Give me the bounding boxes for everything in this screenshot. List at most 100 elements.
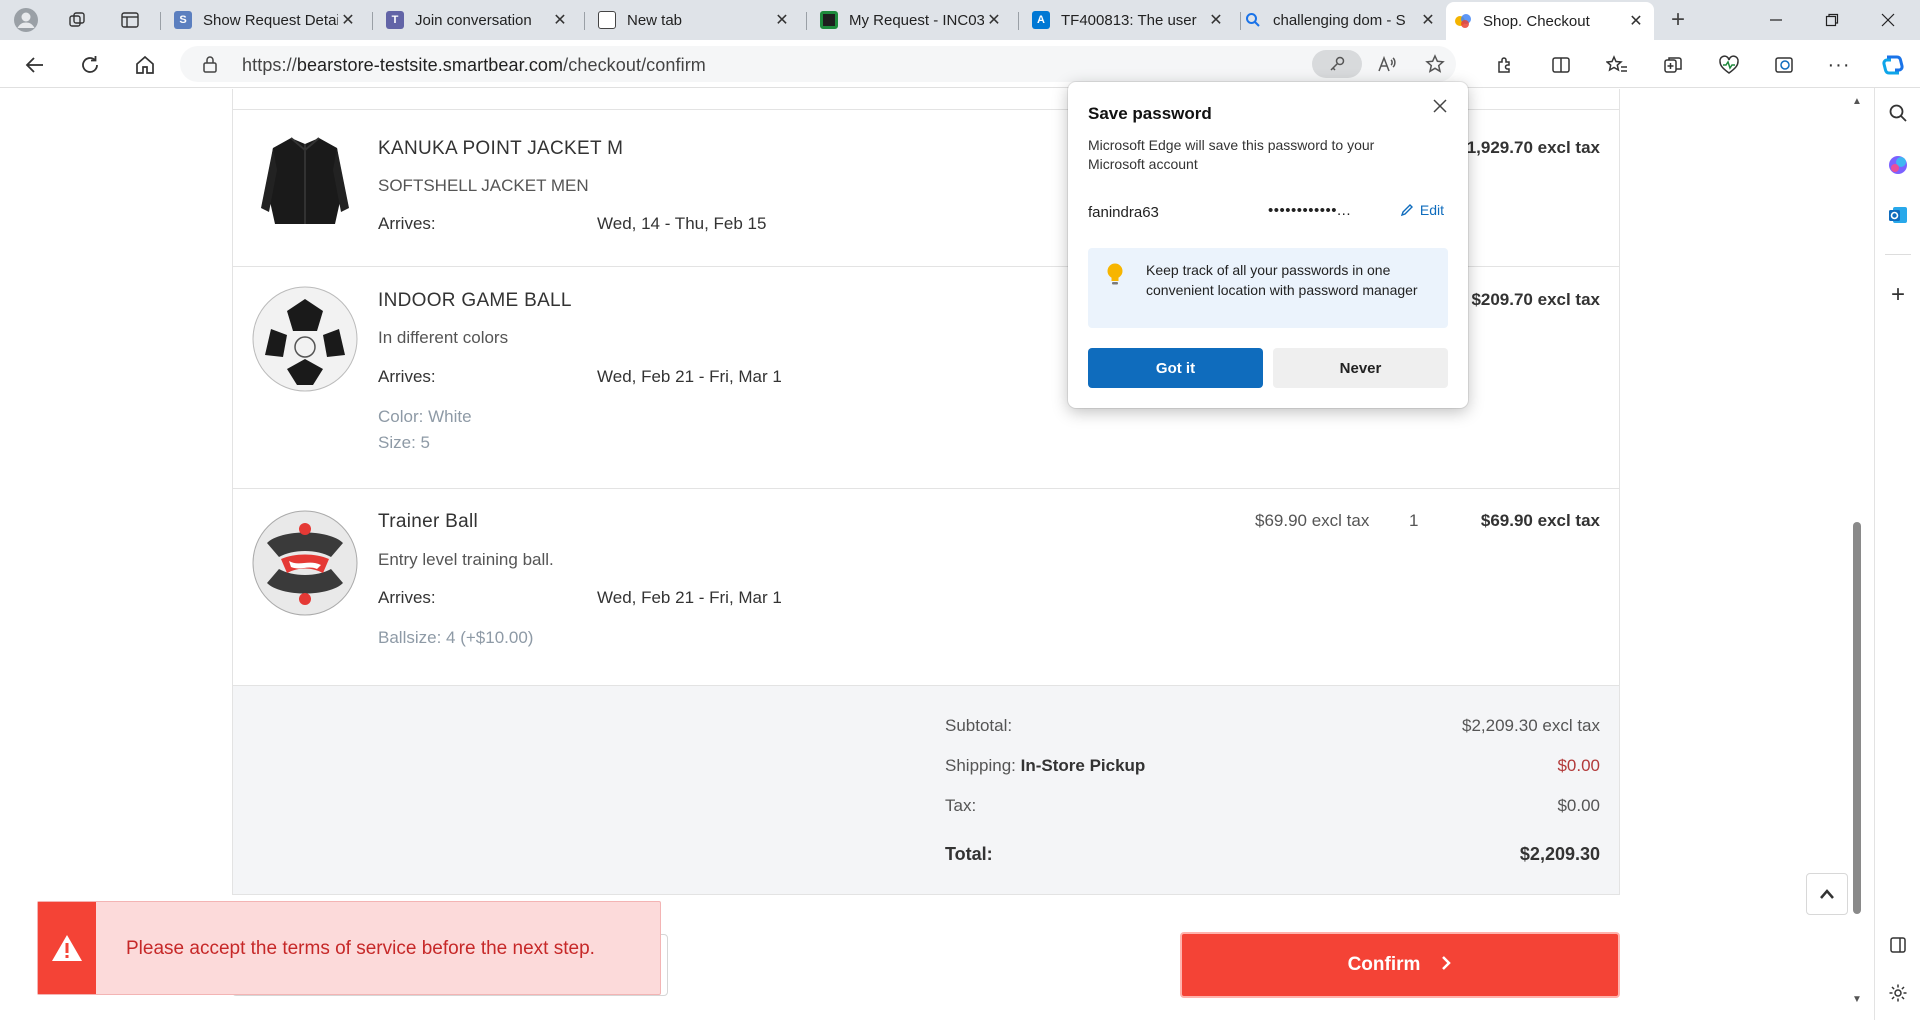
scroll-up-arrow-icon[interactable]: ▲ [1852,96,1862,107]
page-content: KANUKA POINT JACKET M SOFTSHELL JACKET M… [0,89,1848,1020]
close-icon[interactable] [1428,94,1452,118]
item-total-price: $209.70 excl tax [1471,290,1600,309]
product-attribute-ballsize: Ballsize: 4 (+$10.00) [378,628,534,647]
outlook-icon[interactable] [1883,200,1913,230]
search-favicon-icon [1244,11,1262,29]
tax-label: Tax: [945,796,977,815]
split-screen-icon[interactable] [1546,50,1576,80]
save-password-dialog: Save password Microsoft Edge will save t… [1068,82,1468,408]
restore-icon[interactable] [1808,0,1856,40]
lock-icon[interactable] [202,55,218,78]
tab-tf400813[interactable]: A TF400813: The user ✕ [1024,4,1234,36]
back-arrow-icon[interactable] [20,50,50,80]
read-aloud-icon[interactable] [1372,50,1402,78]
request-favicon-icon: S [174,11,192,29]
arrival-dates: Wed, Feb 21 - Fri, Mar 1 [597,367,782,386]
subtotal-value: $2,209.30 excl tax [1462,716,1600,735]
arrives-label: Arrives: [378,367,436,386]
address-bar[interactable]: https://bearstore-testsite.smartbear.com… [180,46,1456,82]
browser-tab-strip: S Show Request Detai ✕ T Join conversati… [0,0,1920,40]
saved-username: fanindra63 [1088,204,1159,221]
arrives-label: Arrives: [378,214,436,233]
tab-shop-checkout[interactable]: Shop. Checkout ✕ [1446,2,1654,40]
order-totals: Subtotal: $2,209.30 excl tax Shipping: I… [233,685,1619,895]
error-notification[interactable]: Please accept the terms of service befor… [37,901,661,995]
item-unit-price: $69.90 excl tax [1255,511,1370,530]
collections-icon[interactable] [1658,50,1688,80]
cart-item: Trainer Ball Entry level training ball. … [233,488,1619,685]
password-manager-tip: Keep track of all your passwords in one … [1088,248,1448,328]
settings-gear-icon[interactable] [1883,978,1913,1008]
scrollbar-thumb[interactable] [1853,522,1861,914]
request-app-favicon-icon [820,11,838,29]
password-key-icon[interactable] [1312,50,1362,78]
home-icon[interactable] [130,50,160,80]
tab-challenging-dom[interactable]: challenging dom - S ✕ [1236,4,1446,36]
arrives-label: Arrives: [378,588,436,607]
workspaces-icon[interactable] [64,6,92,34]
product-name[interactable]: INDOOR GAME BALL [378,290,572,312]
add-sidebar-app-icon[interactable]: + [1883,280,1913,310]
scroll-down-arrow-icon[interactable]: ▼ [1852,994,1862,1005]
product-image-trainer-ball[interactable] [251,509,359,617]
favorites-icon[interactable] [1602,50,1632,80]
new-tab-icon[interactable]: + [1664,6,1692,34]
tab-my-request[interactable]: My Request - INC03 ✕ [812,4,1012,36]
arrival-dates: Wed, 14 - Thu, Feb 15 [597,214,767,233]
got-it-button[interactable]: Got it [1088,348,1263,388]
close-window-icon[interactable] [1864,0,1912,40]
close-tab-icon[interactable]: ✕ [550,10,570,30]
tax-value: $0.00 [1557,796,1600,815]
edge-performance-icon[interactable] [1770,50,1800,80]
product-name[interactable]: Trainer Ball [378,511,478,533]
page-scrollbar[interactable]: ▲ ▼ [1848,88,1866,1020]
hide-sidebar-icon[interactable] [1883,930,1913,960]
close-tab-icon[interactable]: ✕ [1418,10,1438,30]
copilot-sidebar-icon[interactable] [1883,150,1913,180]
copilot-icon[interactable] [1878,50,1908,80]
confirm-button[interactable]: Confirm [1180,932,1620,998]
product-description: Entry level training ball. [378,550,554,569]
total-value: $2,209.30 [1519,844,1600,864]
profile-icon[interactable] [12,6,40,34]
more-menu-icon[interactable]: ··· [1824,50,1854,80]
tab-new-tab[interactable]: New tab ✕ [590,4,800,36]
refresh-icon[interactable] [75,50,105,80]
confirm-label: Confirm [1347,954,1421,975]
tab-join-conversation[interactable]: T Join conversation ✕ [378,4,578,36]
never-button[interactable]: Never [1273,348,1448,388]
product-image-jacket[interactable] [251,128,359,236]
error-message: Please accept the terms of service befor… [126,938,595,959]
favorite-star-icon[interactable] [1420,50,1450,78]
scroll-to-top-button[interactable] [1806,873,1848,915]
total-label: Total: [945,844,993,864]
close-tab-icon[interactable]: ✕ [338,10,358,30]
arrival-dates: Wed, Feb 21 - Fri, Mar 1 [597,588,782,607]
product-description: In different colors [378,328,509,347]
edit-password-link[interactable]: Edit [1400,202,1444,218]
product-image-indoor-ball[interactable] [251,285,359,393]
close-tab-icon[interactable]: ✕ [772,10,792,30]
url-text[interactable]: https://bearstore-testsite.smartbear.com… [242,55,706,76]
teams-favicon-icon: T [386,11,404,29]
dialog-subtitle: Microsoft Edge will save this password t… [1088,137,1375,172]
search-icon[interactable] [1883,98,1913,128]
product-attribute-size: Size: 5 [378,433,430,452]
shop-favicon-icon [1454,12,1472,30]
product-name[interactable]: KANUKA POINT JACKET M [378,138,623,160]
close-tab-icon[interactable]: ✕ [984,10,1004,30]
edge-sidebar: + [1874,88,1920,1020]
close-tab-icon[interactable]: ✕ [1206,10,1226,30]
browser-essentials-icon[interactable] [1714,50,1744,80]
warning-icon [38,902,96,994]
minimize-icon[interactable] [1752,0,1800,40]
tab-show-request[interactable]: S Show Request Detai ✕ [166,4,366,36]
item-total-price: $1,929.70 excl tax [1457,138,1600,157]
item-quantity: 1 [1409,511,1419,530]
lightbulb-icon [1106,262,1124,293]
azure-devops-favicon-icon: A [1032,11,1050,29]
extensions-icon[interactable] [1490,50,1520,80]
tab-actions-icon[interactable] [116,6,144,34]
browser-toolbar: https://bearstore-testsite.smartbear.com… [0,40,1920,88]
close-tab-icon[interactable]: ✕ [1626,11,1646,31]
